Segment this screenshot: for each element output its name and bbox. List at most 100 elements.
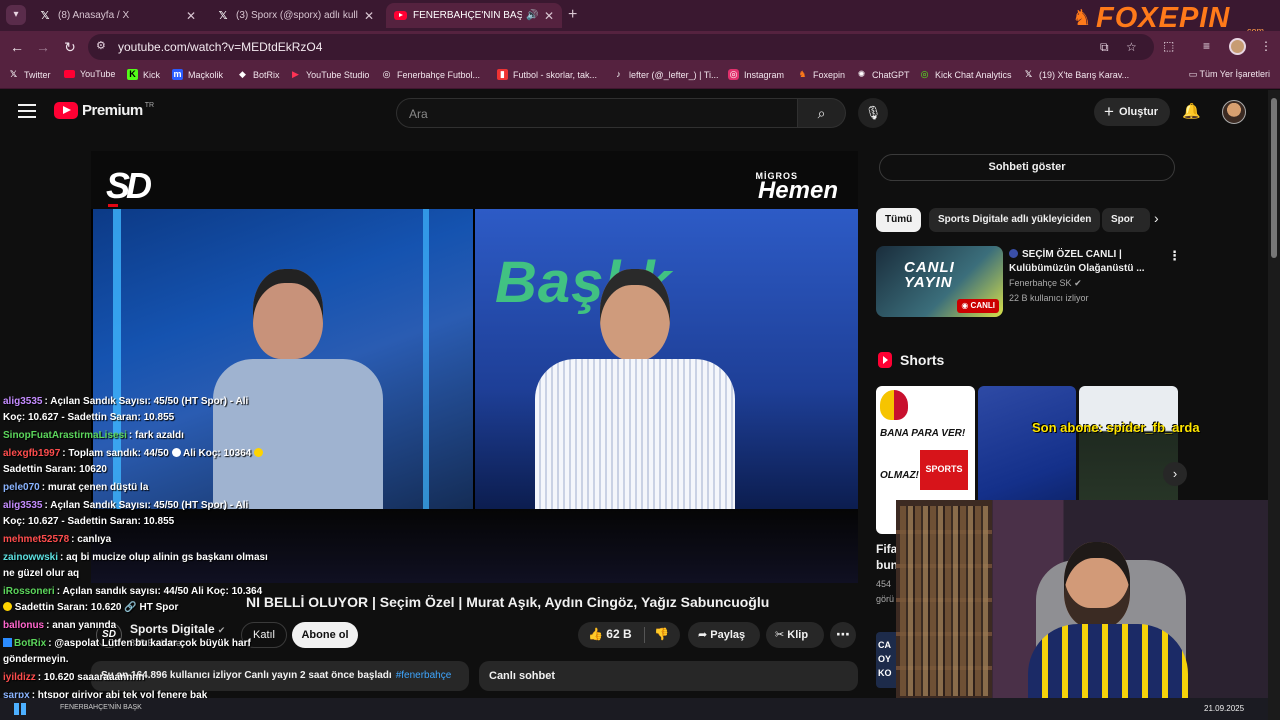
bookmark-kick[interactable]: K Kick: [127, 69, 160, 80]
search-input[interactable]: Ara: [396, 98, 798, 128]
forward-button[interactable]: →: [34, 38, 52, 56]
recommended-channel[interactable]: Fenerbahçe SK ✔: [1009, 278, 1082, 289]
close-icon[interactable]: ✕: [362, 9, 376, 23]
site-info-icon[interactable]: ⚙: [96, 39, 106, 52]
url-text: youtube.com/watch?v=MEDtdEkRzO4: [118, 40, 323, 54]
youtube-premium-logo[interactable]: Premium TR: [54, 102, 154, 120]
browser-tab-strip: ▾ 𝕏 (8) Anasayfa / X ✕ 𝕏 (3) Sporx (@spo…: [0, 0, 1280, 36]
chatgpt-icon: ✺: [857, 69, 866, 79]
subscribe-button[interactable]: Abone ol: [292, 622, 358, 648]
video-thumbnail[interactable]: CANLI YAYIN ◉ CANLI: [876, 246, 1003, 317]
mackolik-icon: m: [172, 69, 183, 80]
tab-search-button[interactable]: ▾: [6, 5, 26, 25]
chat-text-extra: Sadettin Saran: 10620: [3, 464, 107, 475]
streamer-webcam: [896, 500, 1268, 706]
share-button[interactable]: ➦ Paylaş: [688, 622, 760, 648]
browser-tab-youtube[interactable]: FENERBAHÇE'NİN BAŞKANI 🔊 ✕: [386, 3, 562, 28]
speaker-icon[interactable]: 🔊: [526, 10, 538, 21]
more-vert-icon[interactable]: ⋮: [1168, 248, 1181, 264]
close-icon[interactable]: ✕: [542, 9, 556, 23]
instagram-icon: ◎: [728, 69, 739, 80]
cast-icon[interactable]: ⧉: [1100, 40, 1109, 55]
scrollbar-thumb[interactable]: [1271, 98, 1277, 258]
recommended-viewers: 22 B kullanıcı izliyor: [1009, 293, 1089, 303]
fox-icon: ♞: [1072, 5, 1092, 30]
notifications-bell-icon[interactable]: 🔔: [1182, 102, 1201, 120]
more-actions-button[interactable]: ⋯: [830, 622, 856, 648]
dislike-button[interactable]: 👎: [654, 627, 669, 641]
bot-badge-icon: [3, 638, 12, 647]
bookmark-tiktok[interactable]: ♪ lefter (@_lefter_) | Ti...: [613, 69, 718, 80]
thumbs-up-icon: 👍: [588, 627, 603, 641]
new-tab-button[interactable]: +: [568, 6, 577, 24]
bookmarks-bar: 𝕏 Twitter YouTube K Kick m Maçkolik ◆ BotRix…: [0, 63, 1280, 89]
botrix-icon: ◆: [239, 69, 246, 79]
chat-text: anan yanında: [52, 620, 117, 631]
bookmark-mackolik[interactable]: m Maçkolik: [172, 69, 223, 80]
chevron-right-icon[interactable]: ›: [1154, 210, 1159, 226]
chip-from-uploader[interactable]: Sports Digitale adlı yükleyiciden: [929, 208, 1101, 232]
shorts-heading: Shorts: [878, 352, 944, 368]
taskbar-date: 21.09.2025: [1204, 704, 1245, 713]
extensions-icon[interactable]: ⬚: [1163, 39, 1174, 53]
voice-search-button[interactable]: 🎙: [858, 98, 888, 128]
windows-start-icon[interactable]: [14, 703, 26, 715]
bookmark-chatgpt[interactable]: ✺ ChatGPT: [856, 69, 910, 80]
video-right-camera: Başlık: [475, 209, 858, 509]
live-chat-header[interactable]: Canlı sohbet: [479, 661, 858, 691]
bookmark-fenerbahce[interactable]: ◎ Fenerbahçe Futbol...: [381, 69, 481, 80]
video-title: NI BELLİ OLUYOR | Seçim Özel | Murat Aşı…: [246, 594, 770, 610]
chat-text-extra: Ali Koç: 10364: [182, 448, 252, 459]
folder-icon: ▭: [1188, 69, 1198, 79]
broadcast-header: SD MİGROS Hemen: [91, 151, 858, 209]
shorts-next-button[interactable]: ›: [1163, 462, 1187, 486]
bookmark-futbol[interactable]: ▮ Futbol - skorlar, tak...: [497, 69, 597, 80]
bookmark-botrix[interactable]: ◆ BotRix: [237, 69, 279, 80]
menu-icon[interactable]: [18, 104, 36, 122]
scissors-icon: ✂: [775, 629, 785, 641]
create-button[interactable]: + Oluştur: [1094, 98, 1170, 126]
taskbar-app-label[interactable]: FENERBAHÇE'NİN BAŞK: [60, 704, 142, 711]
hashtag-link[interactable]: #fenerbahçe: [396, 670, 452, 681]
chip-sport[interactable]: Spor: [1102, 208, 1150, 232]
chat-message: iyildizz: 10.620 saaaraaannnn: [3, 672, 145, 683]
chat-text: canlıya: [77, 534, 112, 545]
fox-icon: ♞: [798, 69, 807, 79]
clip-button[interactable]: ✂ Klip: [766, 622, 824, 648]
search-button[interactable]: ⌕: [798, 98, 846, 128]
bookmark-foxepin[interactable]: ♞ Foxepin: [797, 69, 845, 80]
video-thumbnail[interactable]: CA OY KO: [876, 632, 898, 688]
like-button[interactable]: 👍 62 B: [588, 627, 632, 641]
chat-username: alig3535: [3, 396, 43, 407]
address-bar[interactable]: ⚙ youtube.com/watch?v=MEDtdEkRzO4 ⧉ ☆: [88, 34, 1154, 60]
browser-tab-x-sporx[interactable]: 𝕏 (3) Sporx (@sporx) adlı kullanıcı ✕: [208, 3, 382, 28]
chat-text: 10.620 saaaraaannnn: [43, 672, 145, 683]
chip-all[interactable]: Tümü: [876, 208, 922, 232]
bookmark-x-baris[interactable]: 𝕏 (19) X'te Barış Karav...: [1023, 69, 1129, 80]
bookmark-twitter[interactable]: 𝕏 Twitter: [8, 69, 51, 80]
account-avatar[interactable]: [1222, 100, 1246, 124]
back-button[interactable]: ←: [8, 38, 26, 56]
bookmark-youtube-studio[interactable]: ▶ YouTube Studio: [290, 69, 369, 80]
media-controls-icon[interactable]: ≡: [1203, 39, 1210, 53]
ballot-dot-icon: [1009, 249, 1018, 258]
bookmark-instagram[interactable]: ◎ Instagram: [728, 69, 784, 80]
like-dislike-group: 👍 62 B 👎: [578, 622, 680, 648]
browser-menu-icon[interactable]: ⋮: [1260, 39, 1272, 53]
chat-username: ballonus: [3, 620, 45, 631]
profile-avatar[interactable]: [1229, 38, 1246, 55]
presenter-right: [535, 269, 735, 509]
bookmark-youtube[interactable]: YouTube: [64, 69, 115, 79]
all-bookmarks-folder[interactable]: ▭ Tüm Yer İşaretleri: [1189, 69, 1270, 80]
bookmark-kick-chat-analytics[interactable]: ◎ Kick Chat Analytics: [919, 69, 1012, 80]
recommended-video[interactable]: CANLI YAYIN ◉ CANLI SEÇİM ÖZEL CANLI | K…: [876, 246, 1181, 318]
chat-username: alig3535: [3, 500, 43, 511]
chat-message: pele070: murat çenen düştü la: [3, 482, 149, 493]
recommended-title[interactable]: SEÇİM ÖZEL CANLI | Kulübümüzün Olağanüst…: [1009, 248, 1159, 276]
browser-tab-x-home[interactable]: 𝕏 (8) Anasayfa / X ✕: [30, 3, 204, 28]
close-icon[interactable]: ✕: [184, 9, 198, 23]
reload-button[interactable]: ↻: [61, 38, 79, 56]
page-scrollbar[interactable]: [1268, 90, 1280, 720]
show-chat-button[interactable]: Sohbeti göster: [879, 154, 1175, 181]
bookmark-star-icon[interactable]: ☆: [1126, 40, 1137, 54]
